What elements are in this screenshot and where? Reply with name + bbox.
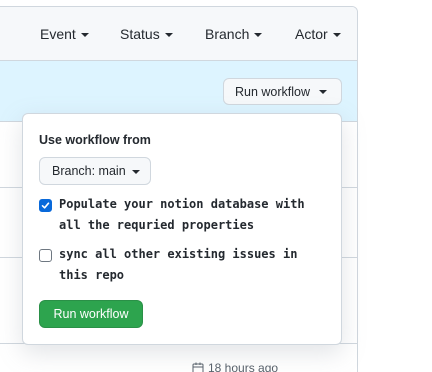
populate-database-checkbox[interactable]: [39, 199, 52, 212]
chevron-down-icon: [332, 33, 341, 37]
actor-filter[interactable]: Actor: [295, 26, 341, 42]
branch-select-button[interactable]: Branch: main: [39, 157, 151, 185]
calendar-icon: [192, 362, 204, 372]
status-filter[interactable]: Status: [120, 26, 173, 42]
checkmark-icon: [41, 202, 50, 209]
run-workflow-dropdown-button[interactable]: Run workflow: [223, 78, 342, 105]
status-filter-label: Status: [120, 26, 160, 42]
run-workflow-button-label: Run workflow: [235, 84, 311, 99]
chevron-down-icon: [80, 33, 89, 37]
chevron-down-icon: [254, 33, 263, 37]
chevron-down-icon: [164, 33, 173, 37]
chevron-down-icon: [131, 170, 140, 174]
branch-select-label: Branch: main: [52, 164, 126, 178]
run-workflow-submit-button[interactable]: Run workflow: [39, 300, 143, 328]
sync-issues-checkbox[interactable]: [39, 249, 52, 262]
event-filter-label: Event: [40, 26, 76, 42]
branch-filter[interactable]: Branch: [205, 26, 263, 42]
populate-database-label: Populate your notion database with all t…: [59, 197, 305, 232]
submit-button-label: Run workflow: [53, 307, 129, 321]
run-workflow-popover: Use workflow from Branch: main Populate …: [22, 113, 342, 345]
sync-issues-option[interactable]: sync all other existing issues in this r…: [39, 247, 315, 286]
populate-database-option[interactable]: Populate your notion database with all t…: [39, 197, 315, 236]
filter-bar: Event Status Branch Actor: [0, 7, 357, 61]
actor-filter-label: Actor: [295, 26, 328, 42]
branch-filter-label: Branch: [205, 26, 250, 42]
timestamp-text: 18 hours ago: [208, 361, 279, 372]
chevron-down-icon: [319, 90, 328, 94]
run-timestamp: 18 hours ago: [192, 361, 278, 372]
event-filter[interactable]: Event: [40, 26, 89, 42]
sync-issues-label: sync all other existing issues in this r…: [59, 247, 298, 282]
popover-title: Use workflow from: [39, 133, 151, 147]
